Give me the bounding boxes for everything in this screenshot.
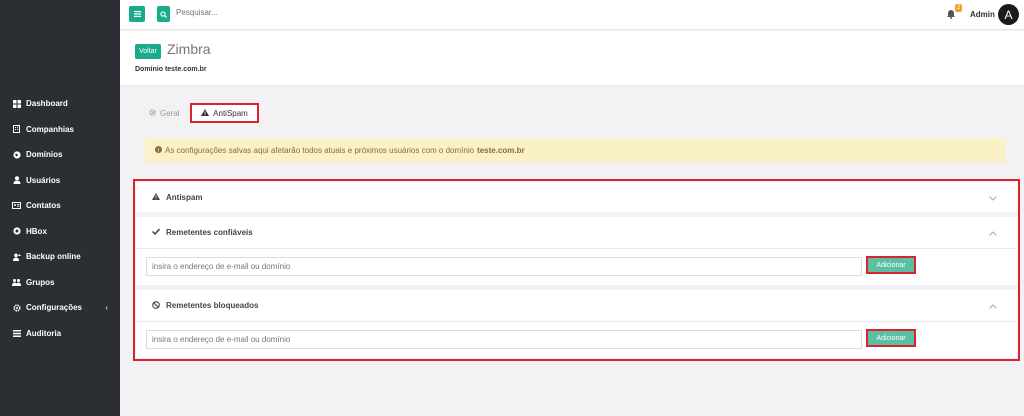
sidebar-item-backup-online[interactable]: Backup online: [0, 244, 120, 270]
alert-domain: teste.com.br: [477, 146, 525, 155]
sidebar-item-usuarios[interactable]: Usuários: [0, 168, 120, 194]
tab-label: Geral: [160, 108, 180, 118]
hamburger-icon: [133, 11, 141, 17]
panel-title: Remetentes bloqueados: [166, 301, 259, 310]
blocked-sender-input[interactable]: [146, 330, 862, 349]
sidebar-item-label: Configurações: [26, 303, 83, 313]
search-button[interactable]: [157, 6, 170, 22]
warning-icon: [201, 108, 210, 118]
sidebar-item-dominios[interactable]: Domínios: [0, 142, 120, 168]
page-title: Zimbra: [167, 41, 211, 57]
sidebar-item-label: HBox: [26, 226, 47, 236]
alert-text: As configurações salvas aqui afetarão to…: [165, 146, 475, 155]
add-blocked-sender-button[interactable]: Adicionar: [866, 329, 916, 347]
panel-title: Remetentes confiáveis: [166, 228, 253, 237]
sidebar: Dashboard Companhias Domínios Usuários C…: [0, 0, 120, 416]
sidebar-item-label: Dashboard: [26, 99, 68, 109]
menu-toggle-button[interactable]: [129, 6, 145, 22]
topbar: 2 Admin A: [120, 0, 1024, 30]
panel-header[interactable]: Remetentes bloqueados: [136, 290, 1017, 322]
upload-user-icon: [12, 252, 21, 261]
chevron-left-icon: ‹: [105, 303, 108, 312]
search-input[interactable]: [176, 8, 376, 17]
add-trusted-sender-button[interactable]: Adicionar: [866, 256, 916, 274]
chevron-up-icon[interactable]: [989, 301, 997, 311]
chevron-down-icon[interactable]: [989, 193, 997, 203]
tab-geral[interactable]: Geral: [149, 103, 180, 123]
gear-icon: [149, 108, 156, 118]
hbox-icon: [12, 227, 21, 236]
gear-icon: [12, 303, 21, 312]
sidebar-item-label: Companhias: [26, 124, 75, 134]
building-icon: [12, 125, 21, 134]
sidebar-item-contatos[interactable]: Contatos: [0, 193, 120, 219]
sidebar-item-label: Usuários: [26, 175, 61, 185]
info-icon: [155, 146, 162, 155]
panel-header[interactable]: Antispam: [136, 182, 1017, 212]
back-button[interactable]: Voltar: [135, 44, 161, 59]
sidebar-item-companhias[interactable]: Companhias: [0, 117, 120, 143]
ban-icon: [152, 300, 160, 311]
check-icon: [151, 228, 161, 237]
panel-header[interactable]: Remetentes confiáveis: [136, 217, 1017, 249]
domain-subtitle: Domínio teste.com.br: [135, 66, 207, 73]
sidebar-item-dashboard[interactable]: Dashboard: [0, 91, 120, 117]
sidebar-item-label: Grupos: [26, 277, 55, 287]
users-icon: [12, 278, 21, 287]
trusted-sender-input[interactable]: [146, 257, 862, 276]
sidebar-item-label: Domínios: [26, 150, 63, 160]
tab-antispam[interactable]: AntiSpam: [190, 103, 259, 123]
avatar[interactable]: A: [998, 4, 1019, 25]
tab-label: AntiSpam: [213, 108, 248, 118]
antispam-panel: Antispam: [136, 182, 1017, 212]
globe-icon: [12, 150, 21, 159]
chevron-up-icon[interactable]: [989, 228, 997, 238]
panel-title: Antispam: [166, 192, 203, 202]
user-name[interactable]: Admin: [970, 10, 995, 19]
sidebar-item-label: Contatos: [26, 201, 61, 211]
sidebar-item-grupos[interactable]: Grupos: [0, 270, 120, 296]
search-icon: [160, 10, 167, 18]
sidebar-item-configuracoes[interactable]: Configurações ‹: [0, 295, 120, 321]
sidebar-item-hbox[interactable]: HBox: [0, 219, 120, 245]
list-icon: [12, 329, 21, 338]
address-card-icon: [12, 201, 21, 210]
user-icon: [12, 176, 21, 185]
blocked-senders-panel: Remetentes bloqueados Adicionar: [136, 290, 1017, 358]
page-header: Voltar Zimbra Domínio teste.com.br: [120, 31, 1024, 86]
sidebar-nav: Dashboard Companhias Domínios Usuários C…: [0, 91, 120, 346]
notification-badge: 2: [955, 4, 963, 12]
sidebar-item-label: Backup online: [26, 252, 81, 262]
sidebar-item-label: Auditoria: [26, 328, 62, 338]
grid-icon: [12, 99, 21, 108]
info-alert: As configurações salvas aqui afetarão to…: [145, 138, 1006, 163]
warning-icon: [152, 192, 160, 202]
trusted-senders-panel: Remetentes confiáveis Adicionar: [136, 217, 1017, 285]
sidebar-item-auditoria[interactable]: Auditoria: [0, 321, 120, 347]
